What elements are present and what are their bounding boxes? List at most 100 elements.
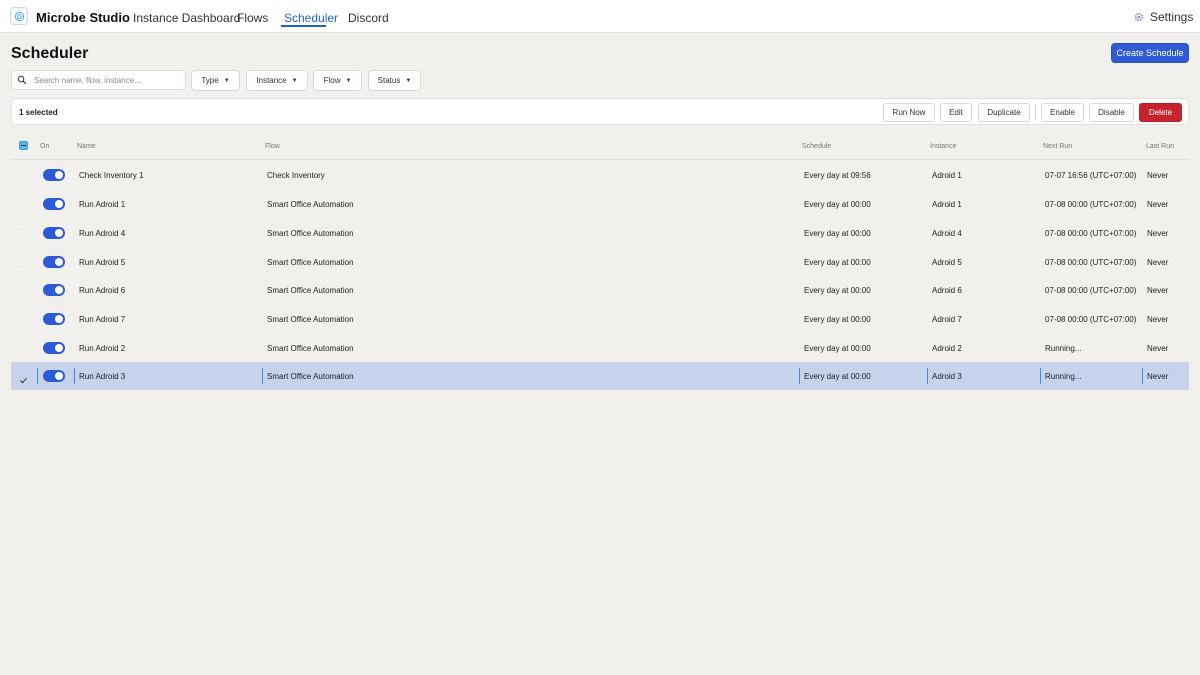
row-enable-toggle[interactable]	[43, 198, 65, 210]
row-checkbox[interactable]	[19, 286, 28, 295]
cell-focus-border	[1142, 368, 1143, 384]
status-filter-label: Status	[377, 76, 401, 85]
row-name: Run Adroid 2	[79, 344, 126, 353]
row-last-run: Never	[1147, 171, 1169, 180]
nav-active-indicator	[281, 25, 326, 27]
enable-button[interactable]: Enable	[1041, 103, 1084, 122]
status-filter-dropdown[interactable]: Status ▼	[368, 70, 421, 91]
column-header-next-run[interactable]: Next Run	[1043, 143, 1072, 150]
selected-count: 1 selected	[19, 108, 58, 117]
row-schedule: Every day at 00:00	[804, 315, 871, 324]
search-box[interactable]	[11, 70, 186, 90]
flow-filter-dropdown[interactable]: Flow ▼	[313, 70, 362, 91]
row-flow: Smart Office Automation	[267, 372, 354, 381]
caret-down-icon: ▼	[345, 77, 352, 84]
column-header-on[interactable]: On	[40, 143, 49, 150]
nav-scheduler[interactable]: Scheduler	[284, 11, 338, 25]
row-enable-toggle[interactable]	[43, 284, 65, 296]
cell-focus-border	[262, 368, 263, 384]
column-header-name[interactable]: Name	[77, 143, 96, 150]
disable-button[interactable]: Disable	[1089, 103, 1134, 122]
row-enable-toggle[interactable]	[43, 370, 65, 382]
settings-label: Settings	[1150, 10, 1194, 24]
row-enable-toggle[interactable]	[43, 256, 65, 268]
delete-button[interactable]: Delete	[1139, 103, 1182, 122]
cell-focus-border	[799, 368, 800, 384]
table-row[interactable]: Run Adroid 7 Smart Office Automation Eve…	[11, 305, 1189, 333]
row-next-run: 07-08 00:00 (UTC+07:00)	[1045, 286, 1137, 295]
instance-filter-label: Instance	[256, 76, 287, 85]
row-last-run: Never	[1147, 258, 1169, 267]
nav-discord[interactable]: Discord	[348, 11, 389, 25]
edit-button[interactable]: Edit	[940, 103, 972, 122]
row-flow: Smart Office Automation	[267, 344, 354, 353]
row-enable-toggle[interactable]	[43, 227, 65, 239]
row-schedule: Every day at 00:00	[804, 344, 871, 353]
row-flow: Check Inventory	[267, 171, 325, 180]
page-title: Scheduler	[11, 45, 89, 62]
table-row[interactable]: Check Inventory 1 Check Inventory Every …	[11, 161, 1189, 189]
flow-filter-label: Flow	[323, 76, 341, 85]
create-schedule-button[interactable]: Create Schedule	[1111, 43, 1189, 63]
row-last-run: Never	[1147, 344, 1169, 353]
table-row[interactable]: Run Adroid 1 Smart Office Automation Eve…	[11, 190, 1189, 218]
row-enable-toggle[interactable]	[43, 169, 65, 181]
action-divider	[1035, 104, 1036, 121]
row-name: Run Adroid 7	[79, 315, 126, 324]
row-checkbox-checked[interactable]	[19, 372, 28, 384]
row-last-run: Never	[1147, 372, 1169, 381]
caret-down-icon: ▼	[405, 77, 412, 84]
type-filter-label: Type	[201, 76, 219, 85]
table-row[interactable]: Run Adroid 4 Smart Office Automation Eve…	[11, 219, 1189, 247]
row-last-run: Never	[1147, 200, 1169, 209]
settings-button[interactable]: Settings	[1134, 10, 1193, 24]
cell-focus-border	[37, 368, 38, 384]
table-row-selected[interactable]: Run Adroid 3 Smart Office Automation Eve…	[11, 362, 1189, 390]
table-row[interactable]: Run Adroid 2 Smart Office Automation Eve…	[11, 334, 1189, 362]
row-checkbox[interactable]	[19, 258, 28, 267]
cell-focus-border	[927, 368, 928, 384]
row-next-run: 07-08 00:00 (UTC+07:00)	[1045, 315, 1137, 324]
table-row[interactable]: Run Adroid 5 Smart Office Automation Eve…	[11, 248, 1189, 276]
column-header-flow[interactable]: Flow	[265, 143, 280, 150]
row-checkbox[interactable]	[19, 229, 28, 238]
row-name: Run Adroid 1	[79, 200, 126, 209]
row-flow: Smart Office Automation	[267, 200, 354, 209]
row-enable-toggle[interactable]	[43, 342, 65, 354]
column-header-instance[interactable]: Instance	[930, 143, 956, 150]
row-flow: Smart Office Automation	[267, 258, 354, 267]
row-flow: Smart Office Automation	[267, 286, 354, 295]
gear-icon	[1134, 12, 1144, 22]
select-all-checkbox[interactable]	[19, 141, 28, 150]
row-enable-toggle[interactable]	[43, 313, 65, 325]
row-next-run: Running...	[1045, 372, 1082, 381]
cell-focus-border	[1040, 368, 1041, 384]
row-last-run: Never	[1147, 286, 1169, 295]
type-filter-dropdown[interactable]: Type ▼	[191, 70, 240, 91]
run-now-button[interactable]: Run Now	[883, 103, 935, 122]
row-checkbox[interactable]	[19, 315, 28, 324]
row-next-run: 07-08 00:00 (UTC+07:00)	[1045, 200, 1137, 209]
row-schedule: Every day at 00:00	[804, 286, 871, 295]
row-next-run: Running...	[1045, 344, 1082, 353]
row-last-run: Never	[1147, 315, 1169, 324]
row-checkbox[interactable]	[19, 200, 28, 209]
duplicate-button[interactable]: Duplicate	[978, 103, 1030, 122]
nav-flows[interactable]: Flows	[237, 11, 268, 25]
table-row[interactable]: Run Adroid 6 Smart Office Automation Eve…	[11, 276, 1189, 304]
row-checkbox[interactable]	[19, 171, 28, 180]
row-checkbox[interactable]	[19, 344, 28, 353]
row-schedule: Every day at 00:00	[804, 258, 871, 267]
row-name: Check Inventory 1	[79, 171, 144, 180]
column-header-schedule[interactable]: Schedule	[802, 143, 831, 150]
row-instance: Adroid 4	[932, 229, 962, 238]
instance-filter-dropdown[interactable]: Instance ▼	[246, 70, 308, 91]
microbe-logo-icon[interactable]	[10, 7, 28, 25]
row-instance: Adroid 5	[932, 258, 962, 267]
row-name: Run Adroid 3	[79, 372, 126, 381]
search-input[interactable]	[34, 73, 182, 88]
check-icon	[20, 377, 27, 384]
app-brand: Microbe Studio	[36, 10, 130, 25]
nav-instance-dashboard[interactable]: Instance Dashboard	[133, 11, 240, 25]
column-header-last-run[interactable]: Last Run	[1146, 143, 1174, 150]
